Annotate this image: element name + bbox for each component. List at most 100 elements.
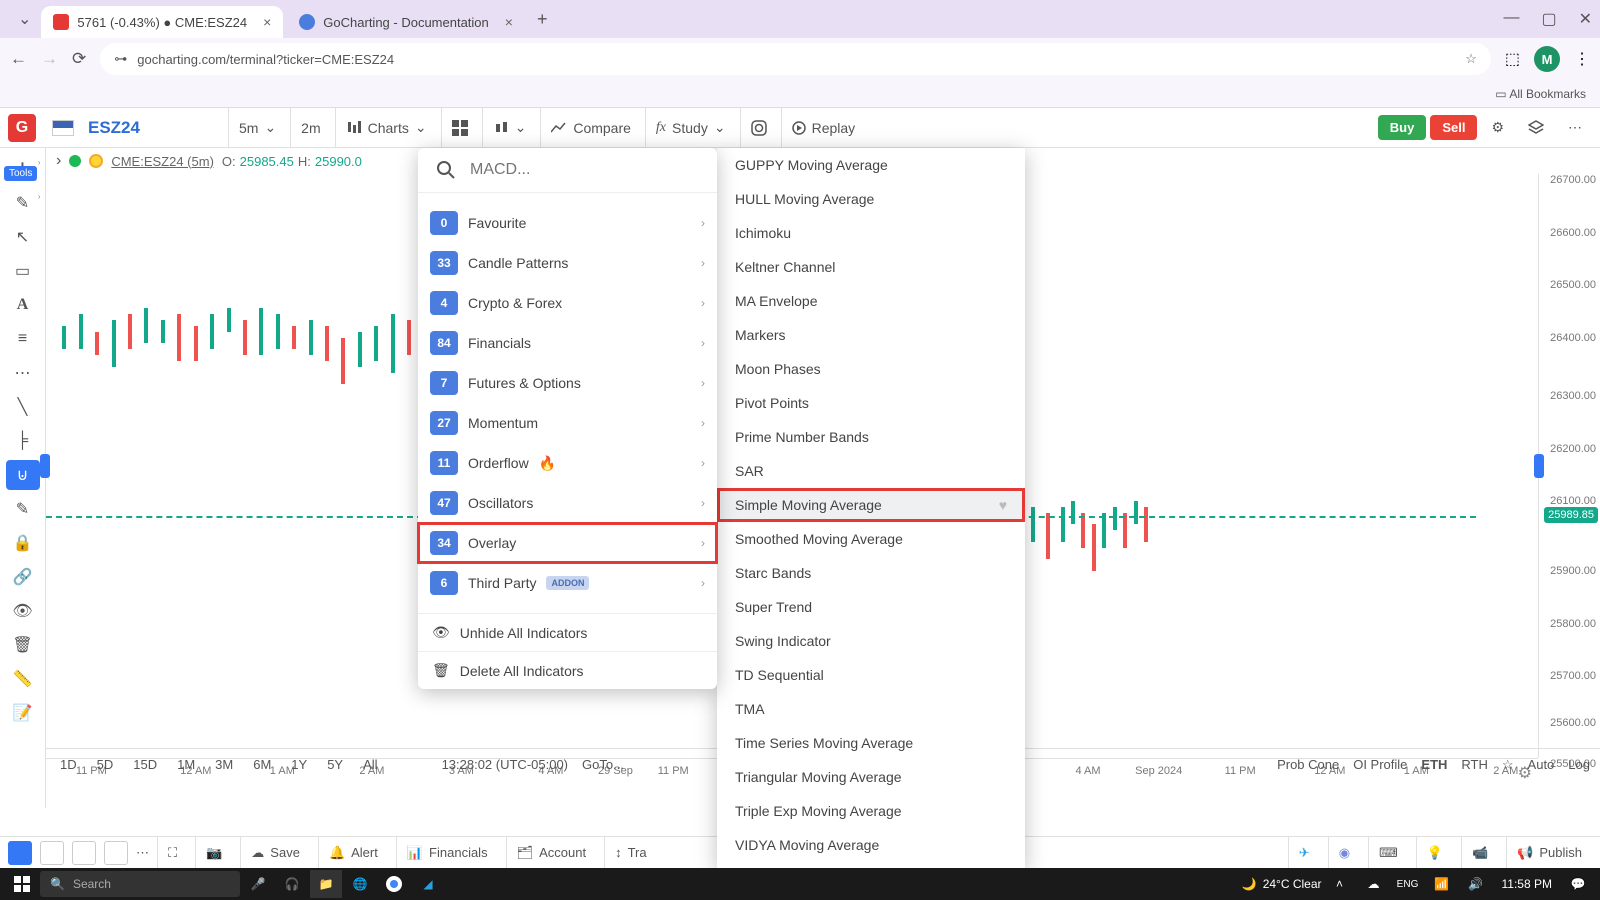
link-tool[interactable]: 🔗 — [6, 562, 40, 592]
close-icon[interactable]: × — [505, 14, 513, 30]
site-info-icon[interactable]: ⊶ — [114, 51, 127, 67]
discord-icon[interactable]: ◉ — [1328, 837, 1360, 869]
timeframe-6M[interactable]: 6M — [249, 755, 275, 774]
fullscreen-button[interactable]: ⛶ — [157, 837, 187, 869]
indicator-smoothed-moving-average[interactable]: Smoothed Moving Average — [717, 522, 1025, 556]
rth-toggle[interactable]: RTH — [1461, 757, 1487, 772]
explorer-icon[interactable]: 📁 — [310, 870, 342, 898]
study-search-input[interactable] — [470, 161, 699, 179]
chart-ticker[interactable]: CME:ESZ24 (5m) — [111, 154, 214, 169]
timeframe-15D[interactable]: 15D — [129, 755, 161, 774]
ruler-tool[interactable]: 📏 — [6, 664, 40, 694]
auto-toggle[interactable]: Auto — [1528, 757, 1555, 772]
goto-button[interactable]: GoTo... — [582, 757, 624, 772]
gear-icon[interactable]: ⚙ — [1481, 119, 1514, 136]
volume-icon[interactable]: 🔊 — [1460, 870, 1492, 898]
timeframe-3M[interactable]: 3M — [211, 755, 237, 774]
timeframe-1Y[interactable]: 1Y — [287, 755, 311, 774]
timeframe-5Y[interactable]: 5Y — [323, 755, 347, 774]
prob-cone-button[interactable]: Prob Cone — [1277, 757, 1339, 772]
indicator-tma[interactable]: TMA — [717, 692, 1025, 726]
forward-button[interactable]: → — [41, 49, 58, 69]
category-futures-&-options[interactable]: 7Futures & Options› — [418, 363, 717, 403]
weather-widget[interactable]: 🌙 24°C Clear — [1242, 877, 1322, 891]
more-layouts[interactable]: ⋯ — [136, 845, 149, 861]
keyboard-icon[interactable]: ⌨ — [1368, 837, 1408, 869]
publish-button[interactable]: 📢 Publish — [1506, 837, 1592, 869]
layers-icon[interactable] — [1518, 120, 1554, 136]
delete-indicators[interactable]: 🗑 Delete All Indicators — [418, 651, 717, 689]
indicator-sar[interactable]: SAR — [717, 454, 1025, 488]
category-third-party[interactable]: 6Third PartyADDON› — [418, 563, 717, 603]
trend-tool[interactable]: ✎› — [6, 188, 40, 218]
note-tool[interactable]: 📝 — [6, 698, 40, 728]
taskbar-clock[interactable]: 11:58 PM — [1502, 877, 1552, 891]
replay-button[interactable]: Replay — [781, 108, 866, 148]
tab-inactive[interactable]: GoCharting - Documentation × — [287, 6, 525, 38]
address-input[interactable]: ⊶ gocharting.com/terminal?ticker=CME:ESZ… — [100, 43, 1491, 75]
layout-grid[interactable] — [104, 841, 128, 865]
headset-icon[interactable]: 🎧 — [276, 870, 308, 898]
rectangle-tool[interactable]: ▭ — [6, 256, 40, 286]
maximize-icon[interactable]: ▢ — [1541, 9, 1556, 29]
tray-icon[interactable]: ☁ — [1358, 870, 1390, 898]
ticker-symbol[interactable]: ESZ24 — [88, 118, 140, 138]
pointer-tool[interactable]: ↖ — [6, 222, 40, 252]
buy-button[interactable]: Buy — [1378, 115, 1427, 140]
hline-tool[interactable]: ⋯ — [6, 358, 40, 388]
reload-button[interactable]: ⟳ — [72, 49, 86, 69]
wifi-icon[interactable]: 📶 — [1426, 870, 1458, 898]
close-icon[interactable]: × — [263, 14, 271, 30]
extensions-icon[interactable]: ⬚ — [1505, 49, 1520, 69]
category-overlay[interactable]: 34Overlay› — [418, 523, 717, 563]
indicator-hull-moving-average[interactable]: HULL Moving Average — [717, 182, 1025, 216]
account-button[interactable]: 🗂 Account — [506, 837, 597, 869]
instagram-button[interactable] — [740, 108, 777, 148]
bulb-icon[interactable]: 💡 — [1416, 837, 1453, 869]
expand-button[interactable]: › — [56, 152, 61, 170]
category-orderflow[interactable]: 11Orderflow🔥› — [418, 443, 717, 483]
sell-button[interactable]: Sell — [1430, 115, 1477, 140]
indicator-moon-phases[interactable]: Moon Phases — [717, 352, 1025, 386]
star-icon[interactable]: ☆ — [1465, 51, 1477, 67]
telegram-icon[interactable]: ✈ — [1288, 837, 1320, 869]
financials-button[interactable]: 📊 Financials — [396, 837, 498, 869]
indicator-pivot-points[interactable]: Pivot Points — [717, 386, 1025, 420]
layout-h[interactable] — [40, 841, 64, 865]
indicator-ichimoku[interactable]: Ichimoku — [717, 216, 1025, 250]
indicator-vidya-moving-average[interactable]: VIDYA Moving Average — [717, 828, 1025, 862]
lock-tool[interactable]: 🔒 — [6, 528, 40, 558]
window-menu[interactable]: ⌄ — [18, 9, 31, 29]
tray-chevron[interactable]: ˄ — [1324, 870, 1356, 898]
start-button[interactable] — [6, 870, 38, 898]
timeframe-All[interactable]: All — [359, 755, 381, 774]
category-momentum[interactable]: 27Momentum› — [418, 403, 717, 443]
indicator-swing-indicator[interactable]: Swing Indicator — [717, 624, 1025, 658]
notifications-icon[interactable]: 💬 — [1562, 870, 1594, 898]
indicator-markers[interactable]: Markers — [717, 318, 1025, 352]
indicator-time-series-moving-average[interactable]: Time Series Moving Average — [717, 726, 1025, 760]
close-window-icon[interactable]: ✕ — [1579, 9, 1592, 29]
more-icon[interactable]: ⋯ — [1558, 119, 1592, 136]
app-logo[interactable]: G — [8, 114, 36, 142]
timeframe-1M[interactable]: 1M — [173, 755, 199, 774]
category-candle-patterns[interactable]: 33Candle Patterns› — [418, 243, 717, 283]
timeframe-2m[interactable]: 2m — [290, 108, 330, 148]
collapse-handle-right[interactable] — [1534, 454, 1544, 478]
indicator-prime-number-bands[interactable]: Prime Number Bands — [717, 420, 1025, 454]
star-icon[interactable]: ☆ — [1502, 757, 1514, 773]
alert-button[interactable]: 🔔 Alert — [318, 837, 388, 869]
timeframe-1D[interactable]: 1D — [56, 755, 81, 774]
oi-profile-button[interactable]: OI Profile — [1353, 757, 1407, 772]
magnet-tool[interactable]: ⊍ — [6, 460, 40, 490]
indicator-starc-bands[interactable]: Starc Bands — [717, 556, 1025, 590]
profile-avatar[interactable]: M — [1534, 46, 1560, 72]
layout-grid-button[interactable] — [441, 108, 478, 148]
fib-tool[interactable]: ╞ — [6, 426, 40, 456]
indicator-td-sequential[interactable]: TD Sequential — [717, 658, 1025, 692]
charts-dropdown[interactable]: Charts ⌄ — [335, 108, 437, 148]
category-favourite[interactable]: 0Favourite› — [418, 203, 717, 243]
eye-tool[interactable]: 👁 — [6, 596, 40, 626]
indicator-simple-moving-average[interactable]: Simple Moving Average♥ — [717, 488, 1025, 522]
text-tool[interactable]: A — [6, 290, 40, 320]
